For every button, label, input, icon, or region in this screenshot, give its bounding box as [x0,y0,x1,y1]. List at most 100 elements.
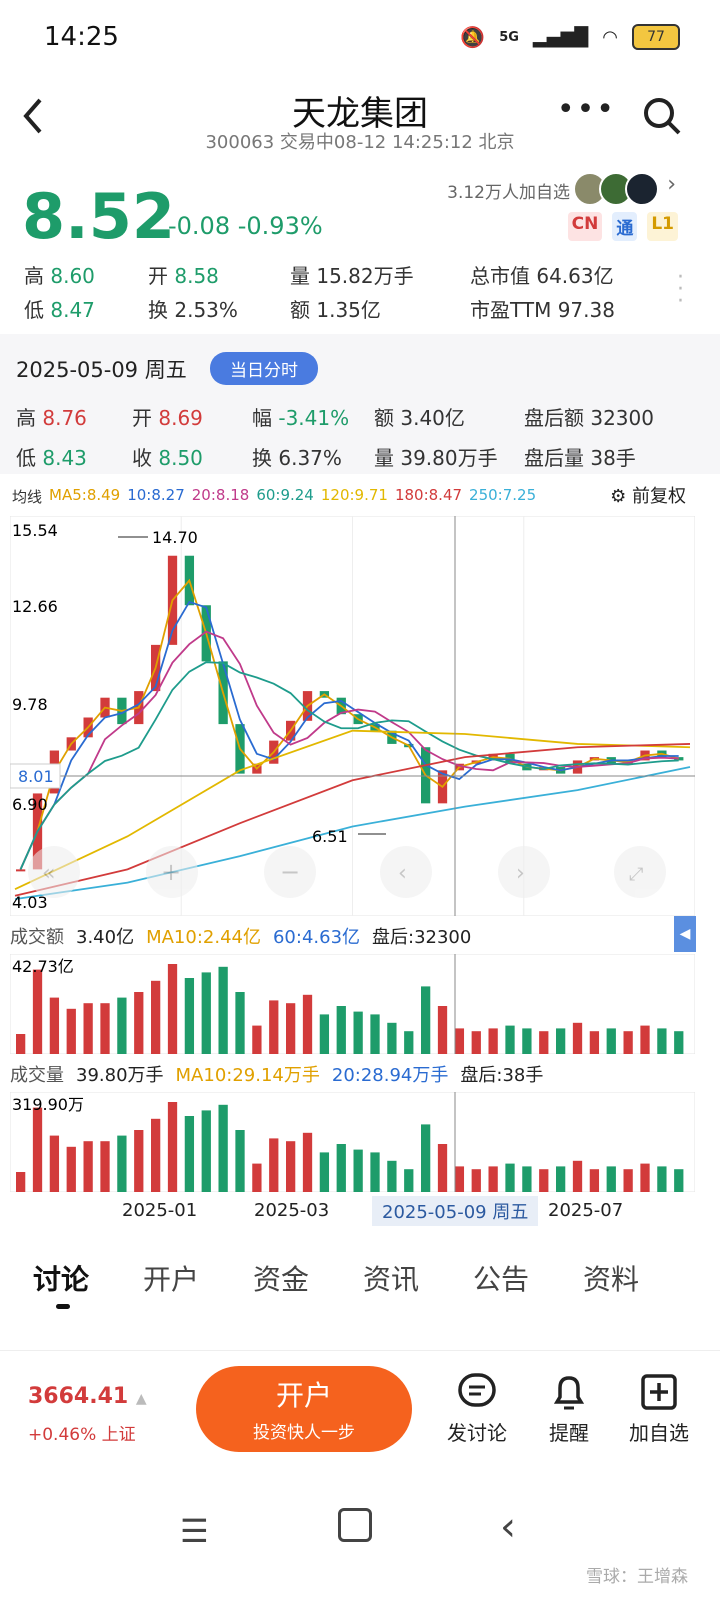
day-amount: 额 3.40亿 [374,406,465,430]
triangle-up-icon: ▲ [135,1391,147,1407]
open-account-button[interactable]: 开户 投资快人一步 [196,1366,412,1452]
y-tick: 4.03 [12,893,48,912]
expand-dots-icon[interactable]: · · · [677,267,684,313]
tab-account[interactable]: 开户 [116,1258,226,1318]
amount-label: 成交额 [10,927,64,948]
volume-bar [454,1028,465,1054]
change-value: -0.08 [168,212,231,240]
sidebar-toggle[interactable]: ◀ [674,916,696,952]
volume-value: 39.80万手 [76,1065,164,1086]
volume-bar [151,1118,161,1192]
volume-bar [151,980,161,1054]
tab-news[interactable]: 资讯 [336,1258,446,1318]
alert-button[interactable]: 提醒 [524,1372,614,1446]
tab-funds[interactable]: 资金 [226,1258,336,1318]
volume-bar [572,1022,583,1054]
day-volume: 量 39.80万手 [374,446,498,470]
volume-bar [421,986,431,1054]
avatar [625,172,660,206]
after-hours-amount: 盘后额 32300 [524,406,654,430]
ma5: MA5:8.49 [49,486,121,504]
volume-bar [606,1166,616,1192]
add-watchlist-button[interactable]: 加自选 [614,1372,704,1446]
volume-bar [471,1169,481,1192]
after-hours-volume: 盘后量 38手 [524,446,636,470]
volume-bar [66,1146,76,1192]
gear-icon: ⚙ [610,486,627,507]
volume-bar [100,1003,110,1054]
volume-bar [336,1144,346,1192]
wifi-icon: ◠ [602,26,618,48]
volume-bar [657,1166,667,1192]
tab-discussion[interactable]: 讨论 [6,1258,116,1318]
add-watchlist-label: 加自选 [629,1421,689,1445]
follower-avatars[interactable]: › [573,172,676,206]
volume-bar [471,1031,481,1054]
quote-volume: 量 15.82万手 [290,264,414,288]
header: 天龙集团 300063 交易中08-12 14:25:12 北京 ••• [0,78,720,158]
quote-turnover: 换 2.53% [148,298,238,322]
volume-bar [218,1104,228,1192]
fullscreen-glyph: ⤢ [629,864,644,885]
tab-profile[interactable]: 资料 [556,1258,666,1318]
current-price: 8.52 [22,180,175,253]
volume-after: 盘后:38手 [460,1065,544,1086]
index-value[interactable]: 3664.41 ▲ [28,1384,147,1409]
volume-bar [201,972,211,1054]
open-account-label: 开户 [275,1379,332,1412]
amount-value: 3.40亿 [76,927,135,948]
bell-icon [553,1376,585,1410]
home-icon[interactable] [338,1508,372,1542]
volume-bar [269,1000,279,1054]
pan-right-glyph: › [516,861,525,886]
volume-bar [640,1163,650,1192]
tab-announcements[interactable]: 公告 [446,1258,556,1318]
y-tick: 9.78 [12,695,48,714]
more-icon[interactable]: ••• [557,92,616,127]
volume-bar [505,1163,515,1192]
panel-date: 2025-05-09 周五 [16,358,187,382]
price-change: -0.08 -0.93% [168,212,323,240]
battery-icon: 77 [632,24,680,50]
volume-bar [167,964,178,1054]
intraday-button[interactable]: 当日分时 [210,352,318,385]
back-nav-icon[interactable]: ‹ [500,1504,516,1550]
volume-bar [32,969,43,1054]
amount-after: 盘后:32300 [372,927,472,948]
volume-bar [184,978,195,1054]
signal-icon: ▂▄▆█ [532,26,589,48]
chat-icon [458,1373,496,1407]
volume-bar [589,1031,600,1054]
volume-bar [235,1130,245,1192]
volume-chart: 319.90万 [10,1092,695,1192]
volume-bar [252,1025,262,1054]
menu-icon[interactable]: ☰ [180,1512,209,1550]
alert-label: 提醒 [549,1421,589,1445]
chevron-right-icon[interactable]: › [667,172,676,206]
volume-bar [167,1102,178,1192]
x-label: 2025-01 [122,1200,198,1221]
index-change[interactable]: +0.46% 上证 [28,1420,136,1445]
quote-open: 开 8.58 [148,264,219,288]
adjust-toggle[interactable]: ⚙ 前复权 [610,482,686,508]
zoom-in-glyph: + [161,858,181,886]
volume-ma10: MA10:29.14万手 [175,1065,320,1086]
volume-bar [674,1031,684,1054]
ma20: 20:8.18 [191,486,250,504]
volume-bar [370,1014,380,1054]
post-discussion-button[interactable]: 发讨论 [432,1372,522,1446]
volume-bar [640,1025,650,1054]
volume-label: 成交量 [10,1065,64,1086]
ma10: 10:8.27 [127,486,185,504]
kline-chart[interactable]: 15.54 12.66 9.78 6.90 4.03 8.01 14.70 6.… [10,516,695,916]
quote-amount: 额 1.35亿 [290,298,381,322]
badge-tong: 通 [612,212,638,241]
high-annotation: 14.70 [152,528,198,547]
followers-count[interactable]: 3.12万人加自选 [447,178,570,203]
day-turnover: 换 6.37% [252,446,342,470]
y-tick: 12.66 [12,597,58,616]
y-tick: 15.54 [12,521,58,540]
volume-ma20: 20:28.94万手 [331,1065,449,1086]
search-icon[interactable] [642,96,682,140]
volume-bar [657,1028,667,1054]
